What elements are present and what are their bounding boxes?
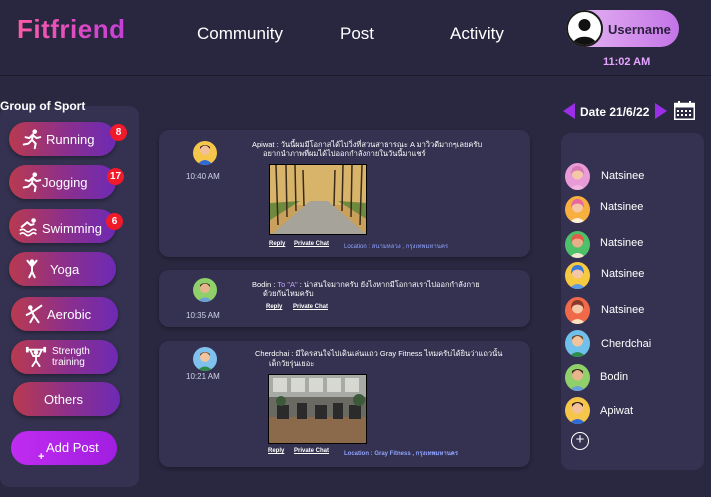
swimming-icon [19,218,37,237]
author-avatar-icon[interactable] [193,347,217,371]
author-avatar-icon[interactable] [193,141,217,165]
sport-label: Jogging [42,175,88,190]
post-location: Location : สนามหลวง , กรุงเทพมหานคร [344,244,449,250]
aerobic-icon [25,304,43,324]
reply-link[interactable]: Reply [266,304,282,310]
jogging-icon [22,172,42,193]
post-photo-gym[interactable] [268,374,367,444]
sport-label: Swimming [42,221,102,236]
sport-group-title: Group of Sport [0,99,86,113]
plus-icon: + [38,451,45,463]
post-card: 10:40 AM Apiwat : วันนี้ผมมีโอกาสได้ไปวิ… [159,130,530,257]
private-chat-link[interactable]: Private Chat [294,241,329,247]
member-avatar-icon[interactable] [565,262,590,289]
post-text-line1: Cherdchai : มีใครสนใจไปเดินเล่นแถว Gray … [255,349,503,358]
post-photo-park[interactable] [269,164,367,235]
reply-link[interactable]: Reply [268,448,284,454]
member-name[interactable]: Natsinee [601,268,644,280]
post-text-line2: ด้วยกันไหมครับ [263,289,314,298]
member-name[interactable]: Cherdchai [601,338,651,350]
member-name[interactable]: Natsinee [600,237,643,249]
sport-label-line2: training [52,357,85,368]
post-text-line2: อยากนำภาพที่ผมได้ไปออกกำลังกายในวันนี้มา… [263,149,426,158]
sport-strength-training-button[interactable]: Strength training [11,340,118,374]
post-text: : น่าสนใจมากครับ ยังไงหากมีโอกาสเราไปออก… [299,280,480,289]
post-location: Location : Gray Fitness , กรุงเทพมหานคร [344,451,459,457]
post-time: 10:40 AM [186,172,220,181]
sport-label: Running [46,132,95,147]
member-name[interactable]: Natsinee [601,170,644,182]
notification-badge: 17 [107,168,124,185]
sport-swimming-button[interactable]: Swimming [9,209,116,243]
member-name[interactable]: Apiwat [600,405,633,417]
username-label[interactable]: Username [608,22,671,37]
private-chat-link[interactable]: Private Chat [293,304,328,310]
notification-badge: 8 [110,124,127,141]
current-time: 11:02 AM [603,56,651,68]
post-card: 10:21 AM Cherdchai : มีใครสนใจไปเดินเล่น… [159,341,530,467]
yoga-icon [26,259,38,279]
sport-yoga-button[interactable]: Yoga [9,252,116,286]
nav-activity[interactable]: Activity [450,24,504,44]
post-text-line2: เด็กวัยรุ่นเยอะ [269,359,315,368]
previous-date-arrow-icon[interactable] [563,103,575,119]
nav-post[interactable]: Post [340,24,374,44]
sport-running-button[interactable]: Running [9,122,116,156]
activity-date: Date 21/6/22 [580,105,650,119]
sport-label: Aerobic [47,307,92,322]
member-name[interactable]: Bodin [600,371,628,383]
running-icon [22,129,42,150]
notification-badge: 6 [106,213,123,230]
add-member-button[interactable]: + [571,432,589,450]
member-avatar-icon[interactable] [565,397,590,424]
post-card: 10:35 AM Bodin : To "A" : น่าสนใจมากครับ… [159,270,530,327]
member-avatar-icon[interactable] [565,297,590,324]
post-recipient: To "A" [277,280,298,289]
member-avatar-icon[interactable] [565,231,590,258]
sport-label: Others [44,392,84,407]
next-date-arrow-icon[interactable] [655,103,667,119]
nav-community[interactable]: Community [197,24,283,44]
strength-icon [25,346,47,368]
post-author: Bodin [252,280,272,289]
member-name[interactable]: Natsinee [601,304,644,316]
member-avatar-icon[interactable] [565,196,590,223]
add-post-label: Add Post [46,440,99,455]
post-time: 10:35 AM [186,311,220,320]
sport-others-button[interactable]: Others [13,382,120,416]
post-time: 10:21 AM [186,372,220,381]
add-post-button[interactable]: Add Post + [11,431,117,465]
member-avatar-icon[interactable] [565,330,590,357]
top-bar: Fitfriend Community Post Activity Userna… [0,0,711,76]
private-chat-link[interactable]: Private Chat [294,448,329,454]
reply-link[interactable]: Reply [269,241,285,247]
sport-label: Yoga [50,262,80,277]
app-logo[interactable]: Fitfriend [17,14,126,45]
member-name[interactable]: Natsinee [600,201,643,213]
calendar-icon[interactable] [674,101,695,120]
user-avatar-icon[interactable] [566,10,603,47]
sport-label: Strength [52,346,90,357]
member-avatar-icon[interactable] [565,364,590,391]
sport-aerobic-button[interactable]: Aerobic [11,297,118,331]
author-avatar-icon[interactable] [193,278,217,302]
sport-jogging-button[interactable]: Jogging [9,165,116,199]
member-avatar-icon[interactable] [565,163,590,190]
